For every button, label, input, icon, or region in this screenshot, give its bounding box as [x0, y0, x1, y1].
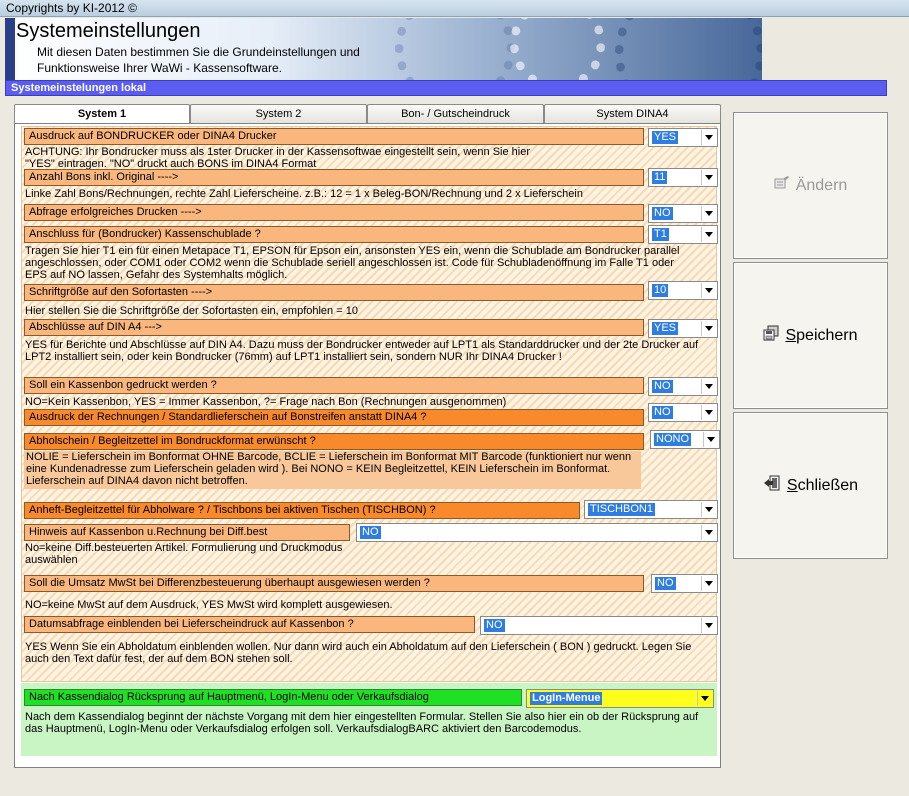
gear-graphic	[615, 18, 762, 80]
tab-system-2[interactable]: System 2	[190, 104, 367, 124]
tab-system-dina4[interactable]: System DINA4	[544, 104, 721, 124]
save-button[interactable]: Speichern	[733, 262, 888, 409]
combo-value: 10	[652, 284, 669, 297]
setting-desc-umsatz-mwst: NO=keine MwSt auf dem Ausdruck, YES MwSt…	[25, 599, 393, 611]
tab-bar: System 1 System 2 Bon- / Gutscheindruck …	[14, 104, 721, 125]
setting-desc-kassenbon: NO=Kein Kassenbon, YES = Immer Kassenbon…	[25, 396, 507, 408]
chevron-down-icon[interactable]	[701, 618, 716, 633]
setting-combo-kassenschublade[interactable]: T1	[648, 225, 718, 244]
setting-combo-abschluesse-a4[interactable]: YES	[648, 319, 718, 338]
setting-label-schriftgroesse: Schriftgröße auf den Sofortasten ---->	[24, 284, 644, 301]
setting-desc-bondrucker: ACHTUNG: Ihr Bondrucker muss als 1ster D…	[25, 146, 530, 170]
setting-combo-anheft-begleitzettel[interactable]: TISCHBON1	[584, 500, 718, 519]
setting-combo-rechnung-bonstreifen[interactable]: NO	[648, 403, 718, 422]
banner-accent	[5, 18, 15, 80]
setting-label-abschluesse-a4: Abschlüsse auf DIN A4 --->	[24, 319, 644, 336]
settings-panel: Ausdruck auf BONDRUCKER oder DINA4 Druck…	[14, 123, 721, 768]
setting-label-datumsabfrage: Datumsabfrage einblenden bei Lieferschei…	[24, 616, 475, 633]
setting-desc-abholschein: NOLIE = Lieferschein im Bonformat OHNE B…	[24, 451, 641, 489]
exit-icon	[763, 475, 781, 496]
edit-button[interactable]: Ändern	[733, 112, 888, 259]
save-icon	[763, 325, 779, 346]
section-title: Systemeinstelungen lokal	[5, 80, 887, 96]
setting-label-abfrage-drucken: Abfrage erfolgreiches Drucken ---->	[24, 204, 644, 221]
setting-desc-kassenschublade: Tragen Sie hier T1 ein für einen Metapac…	[25, 245, 680, 281]
setting-combo-kassendialog-ruecksprung[interactable]: LogIn-Menue	[526, 689, 714, 708]
setting-label-kassenbon: Soll ein Kassenbon gedruckt werden ?	[24, 377, 644, 394]
chevron-down-icon[interactable]	[703, 432, 718, 447]
setting-label-umsatz-mwst: Soll die Umsatz MwSt bei Differenzbesteu…	[24, 575, 644, 592]
subtitle-line-1: Mit diesen Daten bestimmen Sie die Grund…	[37, 45, 360, 59]
chevron-down-icon[interactable]	[701, 321, 716, 336]
combo-value: TISCHBON1	[588, 503, 655, 516]
combo-value: NO	[652, 207, 673, 220]
combo-value: NO	[652, 380, 673, 393]
combo-value: 11	[652, 171, 668, 184]
setting-label-abholschein: Abholschein / Begleitzettel im Bondruckf…	[24, 433, 644, 450]
chevron-down-icon[interactable]	[701, 525, 716, 540]
combo-value: NONO	[654, 433, 691, 446]
setting-desc-schriftgroesse: Hier stellen Sie die Schriftgröße der So…	[25, 305, 358, 317]
edit-icon	[774, 176, 790, 195]
combo-value: NO	[360, 526, 381, 539]
combo-value: NO	[484, 619, 505, 632]
chevron-down-icon[interactable]	[697, 691, 712, 706]
setting-label-rechnung-bonstreifen: Ausdruck der Rechnungen / Standardliefer…	[24, 409, 644, 426]
chevron-down-icon[interactable]	[701, 502, 716, 517]
setting-combo-hinweis-diffbest[interactable]: NO	[356, 523, 718, 542]
setting-label-kassendialog-ruecksprung: Nach Kassendialog Rücksprung auf Hauptme…	[24, 689, 522, 706]
setting-combo-kassenbon[interactable]: NO	[648, 377, 718, 396]
setting-desc-abschluesse-a4: YES für Berichte und Abschlüsse auf DIN …	[25, 339, 699, 363]
combo-value: NO	[655, 577, 676, 590]
setting-combo-abfrage-drucken[interactable]: NO	[648, 204, 718, 223]
setting-label-kassenschublade: Anschluss für (Bondrucker) Kassenschubla…	[24, 226, 644, 243]
setting-label-hinweis-diffbest: Hinweis auf Kassenbon u.Rechnung bei Dif…	[24, 524, 350, 541]
combo-value: T1	[652, 228, 669, 241]
page-subtitle: Mit diesen Daten bestimmen Sie die Grund…	[37, 44, 360, 76]
setting-label-anzahl-bons: Anzahl Bons inkl. Original ---->	[24, 169, 644, 186]
setting-combo-datumsabfrage[interactable]: NO	[480, 616, 718, 635]
chevron-down-icon[interactable]	[701, 170, 716, 185]
subtitle-line-2: Funktionsweise Ihrer WaWi - Kassensoftwa…	[37, 61, 282, 75]
combo-value: YES	[652, 131, 679, 144]
chevron-down-icon[interactable]	[701, 379, 716, 394]
combo-value: LogIn-Menue	[530, 692, 603, 705]
tab-bon-gutscheindruck[interactable]: Bon- / Gutscheindruck	[367, 104, 544, 124]
close-button[interactable]: Schließen	[733, 412, 888, 559]
setting-combo-anzahl-bons[interactable]: 11	[648, 168, 718, 187]
setting-desc-kassendialog-ruecksprung: Nach dem Kassendialog beginnt der nächst…	[25, 711, 699, 735]
header-banner: Systemeinstellungen Mit diesen Daten bes…	[5, 18, 762, 80]
combo-value: NO	[652, 406, 673, 419]
setting-combo-bondrucker[interactable]: YES	[648, 128, 718, 147]
setting-desc-anzahl-bons: Linke Zahl Bons/Rechnungen, rechte Zahl …	[25, 188, 583, 200]
gear-graphic	[510, 18, 605, 80]
setting-label-bondrucker: Ausdruck auf BONDRUCKER oder DINA4 Druck…	[24, 128, 644, 145]
save-button-label: Speichern	[785, 326, 858, 344]
window-title: Copyrights by KI-2012 ©	[0, 0, 909, 17]
tab-system-1[interactable]: System 1	[14, 104, 190, 125]
page-title: Systemeinstellungen	[16, 20, 201, 42]
edit-button-label: Ändern	[795, 176, 848, 194]
gear-graphic	[395, 18, 515, 80]
chevron-down-icon[interactable]	[701, 206, 716, 221]
setting-desc-hinweis-diffbest: No=keine Diff.besteuerten Artikel. Formu…	[25, 542, 343, 566]
setting-desc-datumsabfrage: YES Wenn Sie ein Abholdatum einblenden w…	[25, 641, 692, 665]
setting-combo-umsatz-mwst[interactable]: NO	[651, 574, 718, 593]
setting-label-anheft-begleitzettel: Anheft-Begleitzettel für Abholware ? / T…	[24, 502, 580, 519]
setting-combo-schriftgroesse[interactable]: 10	[648, 281, 718, 300]
close-button-label: Schließen	[786, 476, 859, 494]
chevron-down-icon[interactable]	[701, 283, 716, 298]
combo-value: YES	[652, 322, 679, 335]
chevron-down-icon[interactable]	[701, 130, 716, 145]
chevron-down-icon[interactable]	[701, 405, 716, 420]
setting-combo-abholschein[interactable]: NONO	[650, 430, 720, 449]
chevron-down-icon[interactable]	[701, 576, 716, 591]
chevron-down-icon[interactable]	[701, 227, 716, 242]
